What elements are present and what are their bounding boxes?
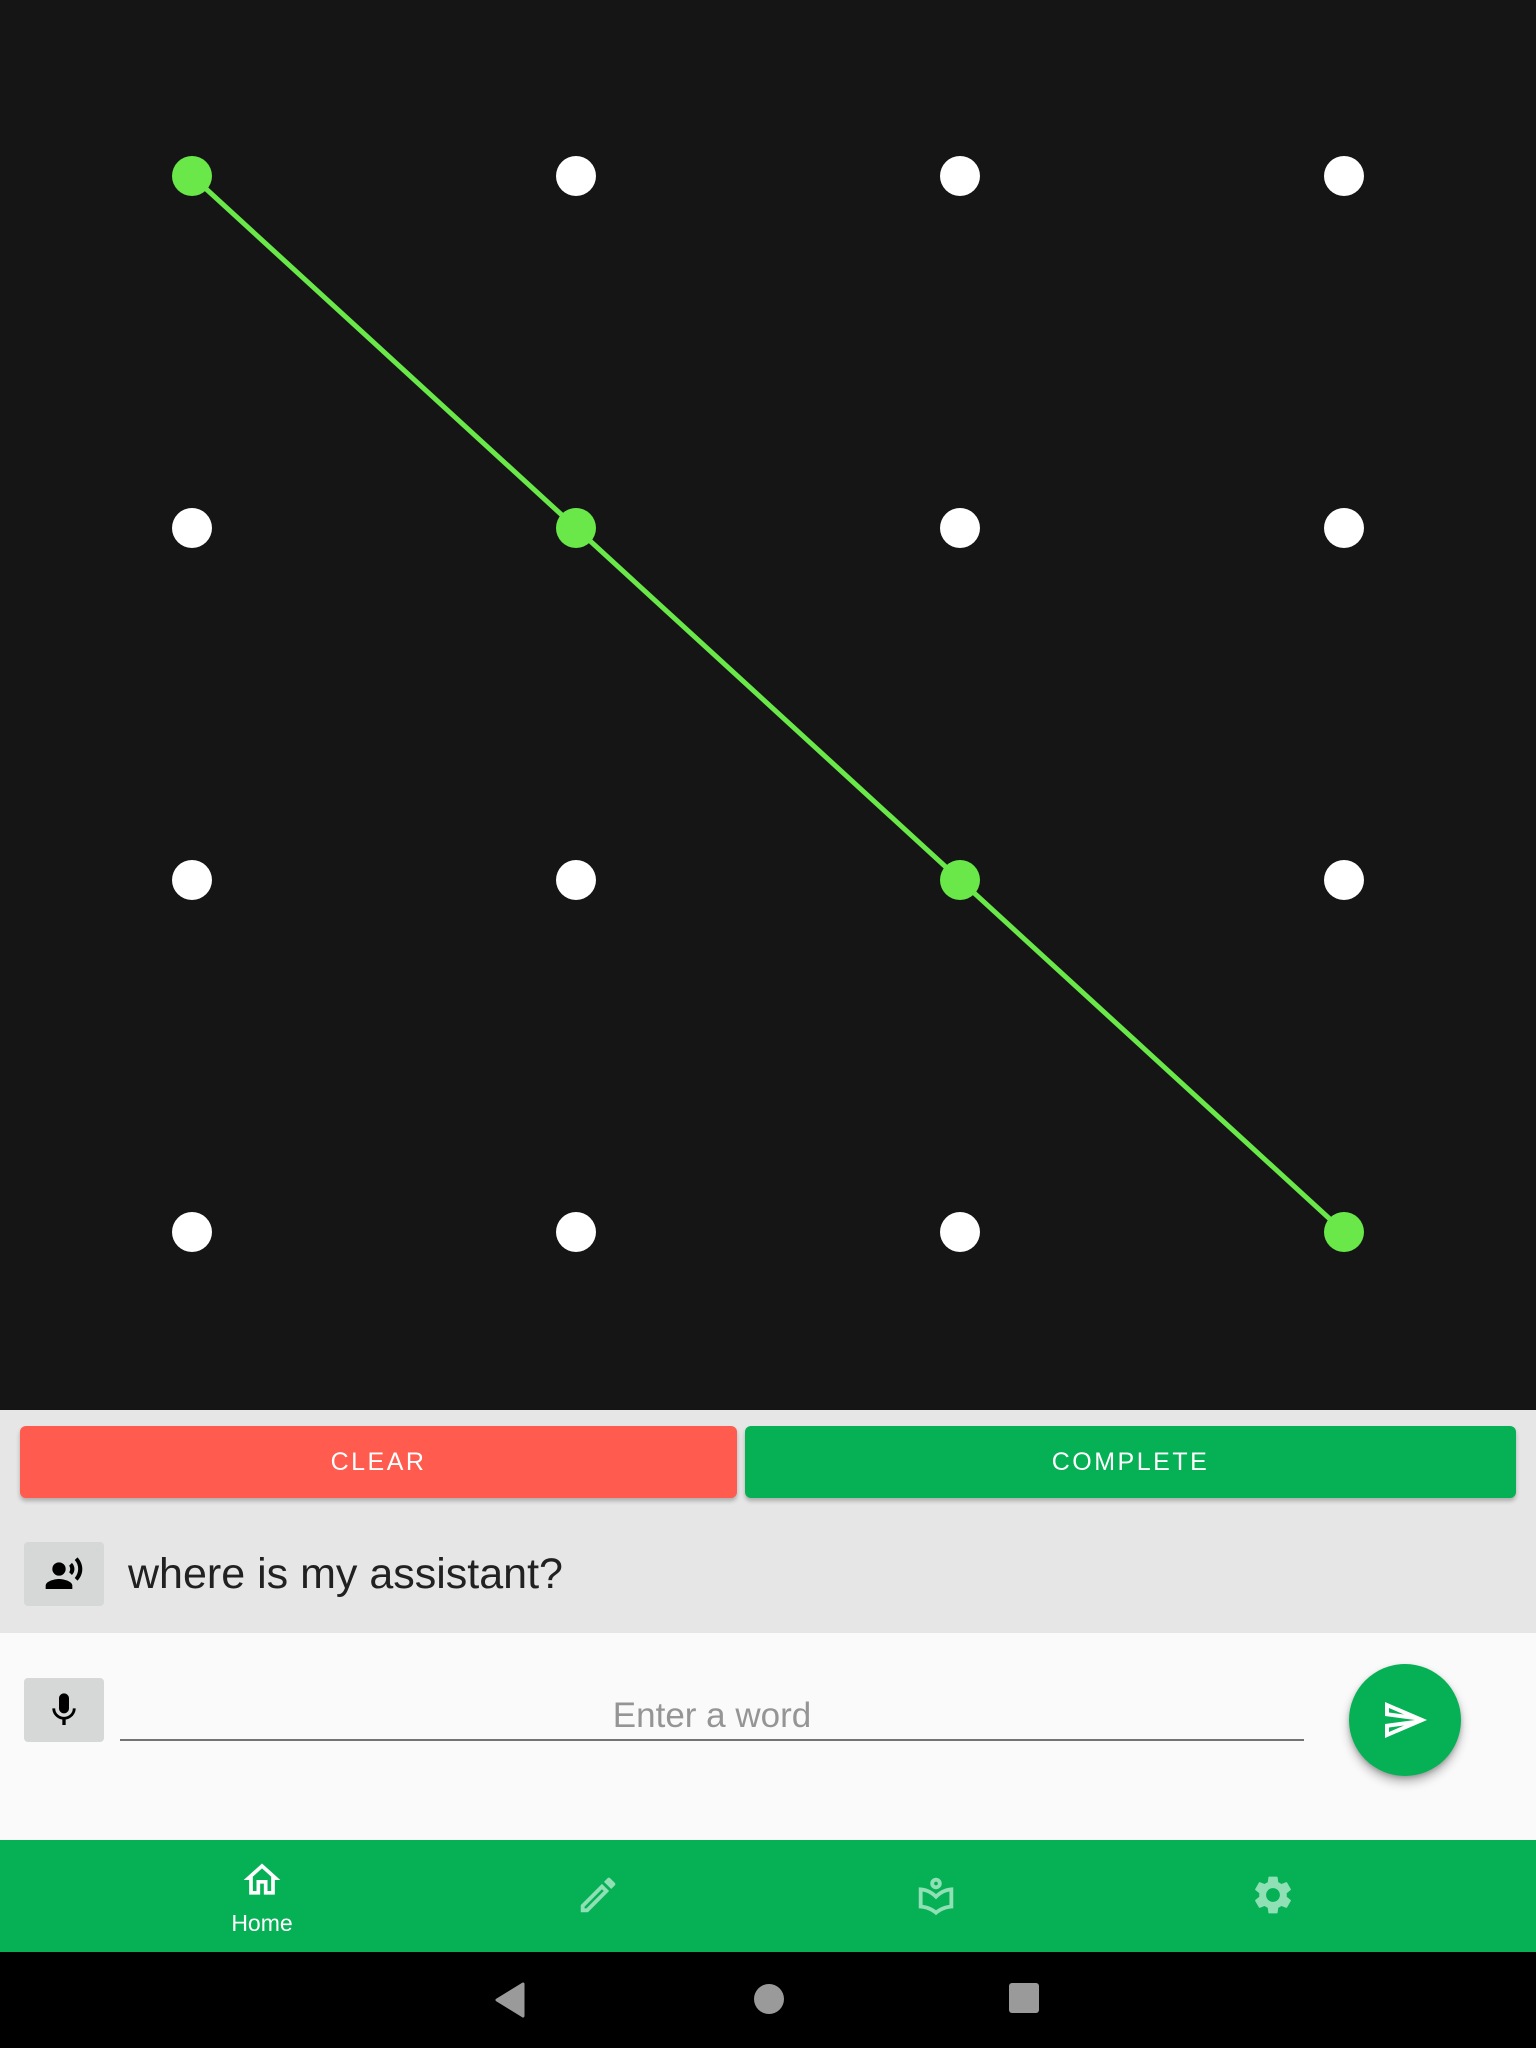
system-recents-button[interactable] xyxy=(1008,1982,1040,2019)
pattern-dot[interactable] xyxy=(1324,508,1364,548)
prompt-text: where is my assistant? xyxy=(128,1549,563,1598)
pattern-dot[interactable] xyxy=(556,156,596,196)
pattern-dot-selected[interactable] xyxy=(172,156,212,196)
pattern-dot[interactable] xyxy=(556,860,596,900)
word-input[interactable] xyxy=(120,1693,1304,1741)
nav-item-settings[interactable] xyxy=(1105,1840,1441,1952)
pattern-dot[interactable] xyxy=(172,860,212,900)
mic-button[interactable] xyxy=(24,1678,104,1742)
pencil-icon xyxy=(580,1877,616,1913)
pattern-lock-area[interactable] xyxy=(0,0,1536,1410)
pattern-dot[interactable] xyxy=(1324,860,1364,900)
system-home-button[interactable] xyxy=(752,1982,786,2021)
pattern-dot[interactable] xyxy=(556,1212,596,1252)
complete-button[interactable]: COMPLETE xyxy=(745,1426,1516,1498)
record-voice-icon xyxy=(45,1557,83,1589)
send-button[interactable] xyxy=(1349,1664,1461,1776)
pattern-path-segment xyxy=(190,174,578,530)
pattern-dot[interactable] xyxy=(940,508,980,548)
pattern-dot[interactable] xyxy=(940,156,980,196)
send-icon xyxy=(1385,1702,1427,1738)
system-navigation-bar xyxy=(0,1952,1536,2048)
mic-icon xyxy=(52,1693,76,1725)
controls-panel: CLEAR COMPLETE where is my assistant? xyxy=(0,1410,1536,1633)
bottom-navigation: Home xyxy=(0,1840,1536,1952)
pattern-dot[interactable] xyxy=(172,1212,212,1252)
pattern-dot-selected[interactable] xyxy=(556,508,596,548)
nav-item-home[interactable]: Home xyxy=(94,1840,430,1952)
gear-icon xyxy=(1255,1876,1291,1914)
pattern-path-segment xyxy=(574,526,962,882)
pattern-dot[interactable] xyxy=(1324,156,1364,196)
home-circle-icon xyxy=(754,1984,784,2014)
clear-button[interactable]: CLEAR xyxy=(20,1426,737,1498)
pattern-dot[interactable] xyxy=(940,1212,980,1252)
nav-label-home: Home xyxy=(231,1910,293,1936)
nav-item-learn[interactable] xyxy=(768,1840,1104,1952)
system-back-button[interactable] xyxy=(494,1982,526,2023)
recents-square-icon xyxy=(1009,1983,1039,2013)
pattern-grid[interactable] xyxy=(0,0,1536,1410)
nav-item-edit[interactable] xyxy=(430,1840,766,1952)
speak-prompt-button[interactable] xyxy=(24,1542,104,1606)
pattern-dot-selected[interactable] xyxy=(940,860,980,900)
pattern-dot-selected[interactable] xyxy=(1324,1212,1364,1252)
word-input-area xyxy=(0,1633,1536,1840)
reader-icon xyxy=(918,1877,954,1916)
back-triangle-icon xyxy=(495,1982,525,2018)
home-icon xyxy=(243,1863,281,1895)
pattern-path-segment xyxy=(958,878,1346,1234)
pattern-dot[interactable] xyxy=(172,508,212,548)
